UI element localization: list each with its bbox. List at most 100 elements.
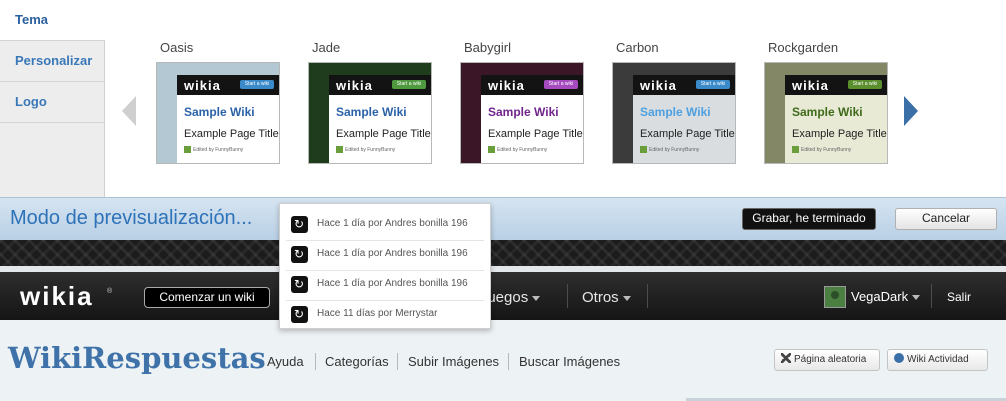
wiki-header: WikiRespuestas Ayuda Categorías Subir Im… (0, 320, 1006, 401)
activity-item[interactable]: Hace 1 día por Andres bonilla 196 (286, 241, 484, 271)
thumbnail-start-wiki-button: Start a wiki (544, 80, 578, 89)
wikia-logo[interactable]: wikia (20, 281, 94, 312)
user-silhouette-icon (831, 291, 839, 299)
user-name: VegaDark (851, 289, 909, 304)
start-wiki-button[interactable]: Comenzar un wiki (144, 287, 270, 308)
activity-item[interactable]: Hace 1 día por Andres bonilla 196 (286, 211, 484, 241)
thumbnail-start-wiki-button: Start a wiki (848, 80, 882, 89)
thumbnail-wiki-name: Sample Wiki (184, 105, 255, 119)
preview-bar: Modo de previsualización... Grabar, he t… (0, 197, 1006, 240)
thumbnail-wikia-logo: wikia (184, 78, 221, 93)
thumbnail-edited-by-text: Edited by FunnyBunny (649, 146, 700, 153)
activity-item-text: Hace 1 día por Andres bonilla 196 (317, 218, 468, 229)
thumbnail-edited-by-text: Edited by FunnyBunny (497, 146, 548, 153)
cancel-button[interactable]: Cancelar (895, 208, 997, 230)
chevron-down-icon (912, 295, 921, 301)
theme-thumbnail: wikia Start a wiki Sample Wiki Example Page… (764, 62, 888, 164)
thumbnail-nav-bar: wikia Start a wiki (785, 75, 887, 95)
previous-themes-arrow-icon[interactable] (122, 96, 136, 126)
wiki-nav-divider (397, 353, 398, 370)
wiki-title[interactable]: WikiRespuestas (8, 341, 266, 375)
chevron-down-icon (532, 295, 541, 301)
thumbnail-edited-by-text: Edited by FunnyBunny (345, 146, 396, 153)
trademark-mark: ® (107, 288, 113, 295)
wiki-nav-categorias[interactable]: Categorías (325, 354, 389, 369)
wiki-nav-subir-imagenes[interactable]: Subir Imágenes (408, 354, 499, 369)
thumbnail-start-wiki-button: Start a wiki (392, 80, 426, 89)
wiki-nav-buscar-imagenes[interactable]: Buscar Imágenes (519, 354, 620, 369)
shuffle-icon (781, 353, 791, 364)
thumbnail-page-title: Example Page Title (792, 128, 887, 140)
edit-arrow-icon (291, 246, 308, 263)
thumbnail-page: wikia Start a wiki Sample Wiki Example Page… (177, 75, 279, 163)
theme-name: Carbon (616, 40, 659, 55)
wiki-nav-ayuda[interactable]: Ayuda (267, 354, 304, 369)
thumbnail-page-title: Example Page Title (336, 128, 431, 140)
edit-icon (792, 146, 799, 153)
random-page-button[interactable]: Página aleatoria (774, 349, 880, 371)
activity-dropdown: Hace 1 día por Andres bonilla 196 Hace 1 … (279, 203, 491, 329)
theme-name: Oasis (160, 40, 194, 55)
wiki-activity-label: Wiki Actividad (907, 354, 969, 365)
theme-thumbnail: wikia Start a wiki Sample Wiki Example Page… (308, 62, 432, 164)
thumbnail-nav-bar: wikia Start a wiki (633, 75, 735, 95)
thumbnail-edited-by: Edited by FunnyBunny (488, 146, 547, 153)
user-menu[interactable]: VegaDark (851, 289, 921, 304)
thumbnail-wikia-logo: wikia (640, 78, 677, 93)
tab-personalizar[interactable]: Personalizar (0, 41, 104, 82)
designer-tabs: Tema Personalizar Logo (0, 0, 105, 197)
thumbnail-page: wikia Start a wiki Sample Wiki Example Page… (329, 75, 431, 163)
preview-mode-title: Modo de previsualización... (10, 207, 253, 229)
wiki-nav-divider (508, 353, 509, 370)
tab-tema[interactable]: Tema (0, 0, 105, 41)
nav-divider (647, 284, 648, 308)
thumbnail-edited-by: Edited by FunnyBunny (184, 146, 243, 153)
global-navigation: wikia ® Comenzar un wiki juegos Otros Ve… (0, 272, 1006, 320)
thumbnail-start-wiki-button: Start a wiki (240, 80, 274, 89)
thumbnail-nav-bar: wikia Start a wiki (177, 75, 279, 95)
theme-name: Babygirl (464, 40, 511, 55)
thumbnail-edited-by: Edited by FunnyBunny (336, 146, 395, 153)
wiki-nav-divider (315, 353, 316, 370)
theme-thumbnail: wikia Start a wiki Sample Wiki Example Page… (460, 62, 584, 164)
edit-icon (336, 146, 343, 153)
theme-name: Rockgarden (768, 40, 839, 55)
edit-icon (184, 146, 191, 153)
activity-item-text: Hace 1 día por Andres bonilla 196 (317, 248, 468, 259)
activity-item[interactable]: Hace 11 días por Merrystar (286, 301, 484, 330)
thumbnail-wikia-logo: wikia (336, 78, 373, 93)
activity-item[interactable]: Hace 1 día por Andres bonilla 196 (286, 271, 484, 301)
thumbnail-wiki-name: Sample Wiki (640, 105, 711, 119)
nav-divider (567, 284, 568, 308)
edit-icon (640, 146, 647, 153)
wiki-activity-button[interactable]: Wiki Actividad (887, 349, 988, 371)
nav-menu-otros[interactable]: Otros (582, 289, 631, 306)
edit-arrow-icon (291, 216, 308, 233)
logout-link[interactable]: Salir (947, 290, 971, 304)
save-finished-button[interactable]: Grabar, he terminado (742, 208, 876, 230)
activity-item-text: Hace 1 día por Andres bonilla 196 (317, 278, 468, 289)
edit-icon (488, 146, 495, 153)
thumbnail-start-wiki-button: Start a wiki (696, 80, 730, 89)
chevron-down-icon (622, 295, 631, 301)
nav-menu-otros-label: Otros (582, 289, 619, 306)
theme-name: Jade (312, 40, 341, 55)
thumbnail-page: wikia Start a wiki Sample Wiki Example Page… (633, 75, 735, 163)
thumbnail-page: wikia Start a wiki Sample Wiki Example Page… (785, 75, 887, 163)
thumbnail-page-title: Example Page Title (488, 128, 583, 140)
avatar[interactable] (824, 286, 846, 308)
thumbnail-page: wikia Start a wiki Sample Wiki Example Page… (481, 75, 583, 163)
thumbnail-wiki-name: Sample Wiki (336, 105, 407, 119)
edit-arrow-icon (291, 306, 308, 323)
tab-logo[interactable]: Logo (0, 82, 104, 123)
thumbnail-wiki-name: Sample Wiki (488, 105, 559, 119)
thumbnail-wikia-logo: wikia (488, 78, 525, 93)
thumbnail-wikia-logo: wikia (792, 78, 829, 93)
theme-designer: Tema Personalizar Logo Oasis wikia Start a… (0, 0, 1006, 197)
thumbnail-nav-bar: wikia Start a wiki (481, 75, 583, 95)
thumbnail-page-title: Example Page Title (184, 128, 279, 140)
nav-menu-videojuegos[interactable]: juegos (484, 289, 541, 306)
thumbnail-nav-bar: wikia Start a wiki (329, 75, 431, 95)
next-themes-arrow-icon[interactable] (904, 96, 918, 126)
theme-thumbnail: wikia Start a wiki Sample Wiki Example Page… (156, 62, 280, 164)
